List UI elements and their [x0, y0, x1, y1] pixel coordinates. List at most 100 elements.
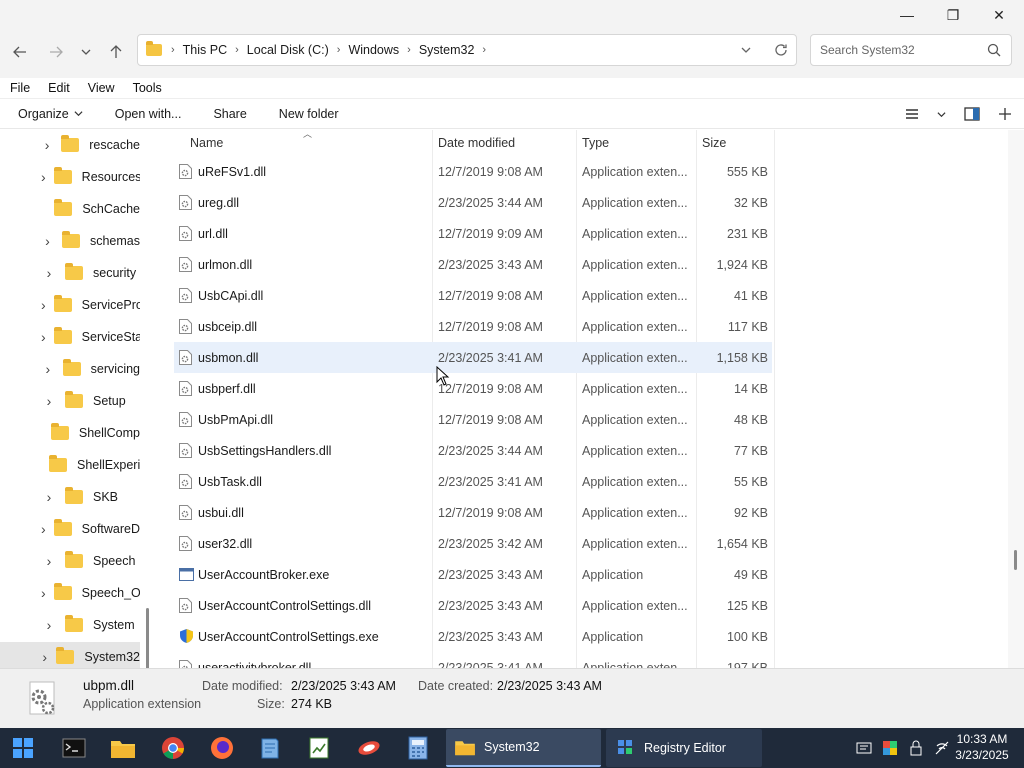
chevron-right-icon[interactable]: ›	[41, 617, 57, 633]
back-button[interactable]	[6, 38, 34, 66]
nav-tree-item[interactable]: › SoftwareDis	[0, 514, 140, 544]
chevron-right-icon[interactable]: ›	[41, 489, 57, 505]
menu-tools[interactable]: Tools	[133, 81, 168, 95]
language-icon[interactable]	[856, 740, 872, 756]
recent-locations-button[interactable]	[72, 38, 100, 66]
nav-tree-item[interactable]: SchCache	[0, 194, 140, 224]
column-header-type[interactable]: Type	[582, 130, 609, 156]
menu-file[interactable]: File	[10, 81, 36, 95]
file-row[interactable]: usbperf.dll 12/7/2019 9:08 AM Application …	[174, 373, 772, 404]
organize-button[interactable]: Organize	[18, 107, 83, 121]
search-input[interactable]	[820, 43, 970, 57]
chevron-right-icon[interactable]: ›	[41, 393, 57, 409]
nav-tree-item[interactable]: › SKB	[0, 482, 140, 512]
taskbar-firefox[interactable]	[208, 734, 236, 762]
chevron-right-icon[interactable]: ›	[41, 297, 46, 313]
file-row[interactable]: usbmon.dll 2/23/2025 3:41 AM Application e…	[174, 342, 772, 373]
minimize-button[interactable]: —	[884, 0, 930, 30]
taskbar-network-app[interactable]	[355, 734, 383, 762]
file-row[interactable]: UsbTask.dll 2/23/2025 3:41 AM Application …	[174, 466, 772, 497]
plus-icon[interactable]	[998, 107, 1012, 121]
column-divider[interactable]	[774, 130, 775, 668]
taskbar-calculator[interactable]	[404, 734, 432, 762]
nav-tree-item[interactable]: › Speech	[0, 546, 140, 576]
chevron-right-icon[interactable]: ›	[230, 44, 244, 56]
chevron-right-icon[interactable]: ›	[41, 649, 48, 665]
file-row[interactable]: usbceip.dll 12/7/2019 9:08 AM Application …	[174, 311, 772, 342]
column-header-size[interactable]: Size	[702, 130, 726, 156]
breadcrumb-windows[interactable]: Windows	[345, 43, 402, 57]
nav-tree-item[interactable]: › Resources	[0, 162, 140, 192]
chevron-right-icon[interactable]: ›	[41, 521, 46, 537]
taskbar-chrome[interactable]	[159, 734, 187, 762]
taskbar-terminal[interactable]	[60, 734, 88, 762]
chevron-down-icon[interactable]	[740, 44, 752, 56]
file-row[interactable]: usbui.dll 12/7/2019 9:08 AM Application ex…	[174, 497, 772, 528]
share-button[interactable]: Share	[213, 107, 246, 121]
taskbar-spreadsheet-app[interactable]	[305, 734, 333, 762]
menu-view[interactable]: View	[88, 81, 121, 95]
nav-tree-item[interactable]: › servicing	[0, 354, 140, 384]
forward-button[interactable]	[42, 38, 70, 66]
file-row[interactable]: UserAccountBroker.exe 2/23/2025 3:43 AM Ap…	[174, 559, 772, 590]
preview-pane-icon[interactable]	[964, 107, 980, 121]
nav-scrollbar-thumb[interactable]	[146, 608, 149, 668]
taskbar-file-explorer[interactable]	[109, 734, 137, 762]
chevron-right-icon[interactable]: ›	[41, 137, 53, 153]
search-box[interactable]	[810, 34, 1012, 66]
chevron-right-icon[interactable]: ›	[41, 553, 57, 569]
nav-tree-item[interactable]: › System	[0, 610, 140, 640]
nav-tree-item[interactable]: › ServiceProf	[0, 290, 140, 320]
nav-tree-item[interactable]: › security	[0, 258, 140, 288]
security-icon[interactable]	[908, 740, 924, 756]
file-row[interactable]: UsbSettingsHandlers.dll 2/23/2025 3:44 AM…	[174, 435, 772, 466]
chevron-down-icon[interactable]	[937, 110, 946, 119]
color-app-icon[interactable]	[882, 740, 898, 756]
address-bar[interactable]: › This PC › Local Disk (C:) › Windows › …	[137, 34, 797, 66]
chevron-right-icon[interactable]: ›	[402, 44, 416, 56]
scrollbar-thumb[interactable]	[1014, 550, 1017, 570]
breadcrumb-system32[interactable]: System32	[416, 43, 478, 57]
open-with-button[interactable]: Open with...	[115, 107, 182, 121]
breadcrumb-this-pc[interactable]: This PC	[180, 43, 230, 57]
nav-tree-item[interactable]: › Setup	[0, 386, 140, 416]
nav-tree-item[interactable]: › schemas	[0, 226, 140, 256]
refresh-icon[interactable]	[774, 43, 788, 57]
clock[interactable]: 10:33 AM 3/23/2025	[948, 731, 1016, 763]
file-row[interactable]: uReFSv1.dll 12/7/2019 9:08 AM Application …	[174, 156, 772, 187]
chevron-right-icon[interactable]: ›	[41, 233, 54, 249]
maximize-button[interactable]: ❐	[930, 0, 976, 30]
taskbar-window-registry-editor[interactable]: Registry Editor	[606, 729, 762, 767]
chevron-right-icon[interactable]: ›	[41, 361, 55, 377]
taskbar-window-system32[interactable]: System32	[446, 729, 601, 767]
up-button[interactable]	[102, 38, 130, 66]
details-view-icon[interactable]	[905, 108, 919, 120]
file-row[interactable]: UsbPmApi.dll 12/7/2019 9:08 AM Application…	[174, 404, 772, 435]
start-button[interactable]	[9, 734, 37, 762]
nav-tree-item[interactable]: › rescache	[0, 130, 140, 160]
close-button[interactable]: ✕	[976, 0, 1022, 30]
nav-tree-item[interactable]: ShellComp	[0, 418, 140, 448]
file-row[interactable]: url.dll 12/7/2019 9:09 AM Application exte…	[174, 218, 772, 249]
file-row[interactable]: UserAccountControlSettings.exe 2/23/2025 …	[174, 621, 772, 652]
chevron-right-icon[interactable]: ›	[41, 265, 57, 281]
file-row[interactable]: UserAccountControlSettings.dll 2/23/2025 …	[174, 590, 772, 621]
file-row[interactable]: UsbCApi.dll 12/7/2019 9:08 AM Application …	[174, 280, 772, 311]
chevron-right-icon[interactable]: ›	[477, 44, 491, 56]
file-row[interactable]: user32.dll 2/23/2025 3:42 AM Application e…	[174, 528, 772, 559]
nav-tree-item[interactable]: ShellExperie	[0, 450, 140, 480]
taskbar-notes-app[interactable]	[256, 734, 284, 762]
chevron-right-icon[interactable]: ›	[41, 329, 46, 345]
nav-tree-item[interactable]: › ServiceState	[0, 322, 140, 352]
file-row[interactable]: urlmon.dll 2/23/2025 3:43 AM Application e…	[174, 249, 772, 280]
column-header-name[interactable]: Name	[190, 130, 223, 156]
chevron-right-icon[interactable]: ›	[332, 44, 346, 56]
search-icon[interactable]	[987, 43, 1001, 57]
column-header-date[interactable]: Date modified	[438, 130, 515, 156]
nav-tree-item[interactable]: › System32	[0, 642, 140, 668]
file-row[interactable]: ureg.dll 2/23/2025 3:44 AM Application ext…	[174, 187, 772, 218]
menu-edit[interactable]: Edit	[48, 81, 76, 95]
chevron-right-icon[interactable]: ›	[41, 585, 46, 601]
vertical-scrollbar[interactable]	[1008, 130, 1024, 668]
breadcrumb-local-disk[interactable]: Local Disk (C:)	[244, 43, 332, 57]
